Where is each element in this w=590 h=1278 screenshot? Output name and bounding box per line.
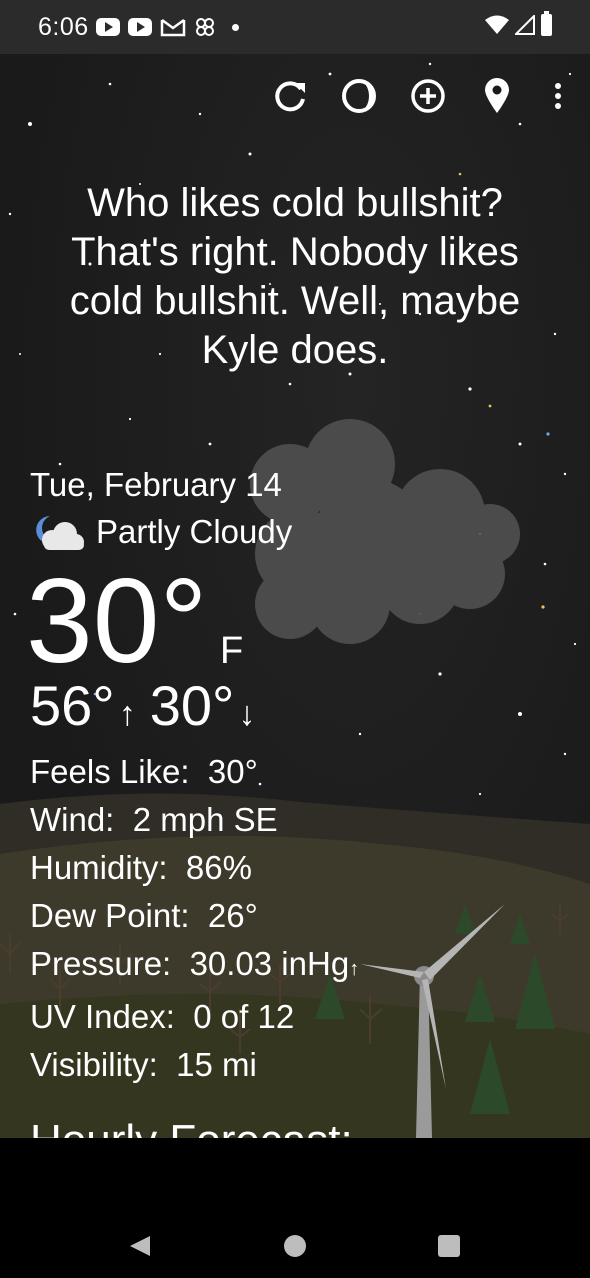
weather-details: Feels Like: 30° Wind: 2 mph SE Humidity:… [30, 748, 359, 1089]
high-low-temperatures: 56° ↑ 30° ↓ [30, 676, 269, 744]
detail-humidity: Humidity: 86% [30, 849, 252, 886]
up-arrow-icon: ↑ [118, 695, 136, 733]
down-arrow-icon: ↓ [238, 695, 256, 733]
detail-wind: Wind: 2 mph SE [30, 801, 278, 838]
youtube-icon [128, 18, 152, 36]
temperature-unit: F [220, 630, 244, 672]
system-icons [485, 11, 552, 36]
pinwheel-icon [196, 18, 214, 36]
current-condition: Partly Cloudy [30, 512, 292, 552]
detail-dew-point: Dew Point: 26° [30, 897, 258, 934]
more-vert-icon [555, 83, 561, 109]
detail-feels-like: Feels Like: 30° [30, 753, 258, 790]
detail-pressure: Pressure: 30.03 inHg↑ [30, 945, 360, 982]
current-temperature: 30° [26, 554, 208, 688]
wifi-icon [485, 15, 509, 34]
detail-uv-index: UV Index: 0 of 12 [30, 998, 295, 1035]
top-action-bar [0, 76, 590, 116]
system-nav-bar [0, 1138, 590, 1278]
weather-scene[interactable]: Who likes cold bullshit? That's right. N… [0, 54, 590, 1138]
refresh-button[interactable] [270, 76, 310, 116]
recents-icon[interactable] [437, 1234, 461, 1258]
back-icon[interactable] [128, 1234, 152, 1258]
snarky-quote: Who likes cold bullshit? That's right. N… [69, 181, 521, 372]
youtube-icon [96, 18, 120, 36]
refresh-icon [275, 81, 305, 112]
high-temperature: 56° [30, 674, 115, 737]
location-button[interactable] [477, 76, 517, 116]
more-options-button[interactable] [538, 76, 578, 116]
moon-phase-button[interactable] [339, 76, 379, 116]
detail-visibility: Visibility: 15 mi [30, 1046, 257, 1083]
location-pin-icon [485, 78, 509, 113]
status-bar: 6:06 [0, 0, 590, 54]
pressure-rising-icon: ↑ [349, 958, 360, 980]
moon-icon [342, 79, 376, 113]
forecast-date: Tue, February 14 [30, 466, 282, 503]
condition-label: Partly Cloudy [96, 513, 293, 550]
dot-icon [232, 23, 239, 31]
partly-cloudy-night-icon [36, 516, 84, 550]
add-location-icon [411, 79, 445, 113]
status-time: 6:06 [38, 13, 89, 41]
low-temperature: 30° [149, 674, 235, 737]
notification-icons [96, 16, 239, 38]
battery-icon [541, 11, 552, 36]
hourly-forecast-heading: Hourly Forecast: [30, 1116, 353, 1138]
gmail-icon [160, 18, 186, 37]
signal-icon [515, 15, 535, 35]
add-location-button[interactable] [408, 76, 448, 116]
home-icon[interactable] [283, 1234, 307, 1258]
